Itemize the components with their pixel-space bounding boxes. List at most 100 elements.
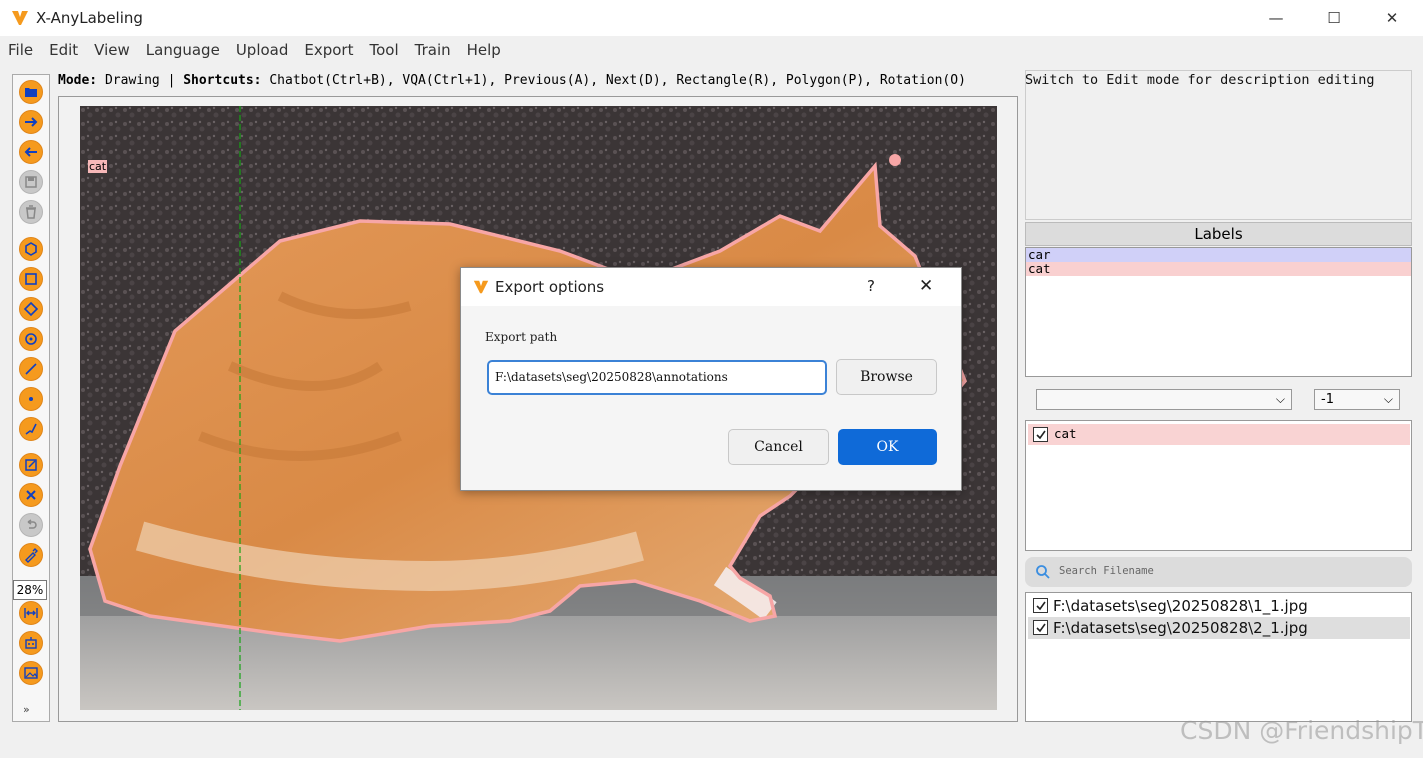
export-path-input[interactable]: F:\datasets\seg\20250828\annotations <box>487 360 827 395</box>
trash-icon <box>26 205 36 219</box>
label-filter-combo[interactable]: ⌵ <box>1036 389 1292 410</box>
menu-help[interactable]: Help <box>467 41 501 59</box>
menu-file[interactable]: File <box>8 41 33 59</box>
app-logo-icon <box>12 11 28 25</box>
dialog-close-button[interactable]: ✕ <box>919 276 933 296</box>
mode-key: Mode: <box>58 73 98 88</box>
maximize-icon: ☐ <box>1327 9 1341 27</box>
create-rotation-button[interactable] <box>19 297 43 321</box>
group-filter-combo[interactable]: -1 ⌵ <box>1314 389 1400 410</box>
chevron-down-icon: ⌵ <box>1383 392 1393 406</box>
mode-status-line: Mode: Drawing | Shortcuts: Chatbot(Ctrl+… <box>58 70 1018 92</box>
menu-edit[interactable]: Edit <box>49 41 78 59</box>
watermark: CSDN @FriendshipT <box>1180 716 1423 745</box>
edit-mode-button[interactable] <box>19 453 43 477</box>
shape-item-cat[interactable]: cat <box>1028 424 1410 445</box>
auto-labeling-button[interactable] <box>19 631 43 655</box>
labels-header: Labels <box>1025 222 1412 246</box>
rotation-icon <box>23 301 39 317</box>
file-path: F:\datasets\seg\20250828\1_1.jpg <box>1053 597 1308 615</box>
menu-tool[interactable]: Tool <box>369 41 398 59</box>
fit-width-icon <box>24 608 38 618</box>
shortcuts-key: Shortcuts: <box>183 73 262 88</box>
window-title: X-AnyLabeling <box>36 9 143 27</box>
create-rectangle-button[interactable] <box>19 267 43 291</box>
arrow-left-icon <box>24 147 37 157</box>
undo-icon <box>27 519 37 529</box>
shape-checkbox[interactable] <box>1033 427 1048 442</box>
label-item-cat[interactable]: cat <box>1026 262 1411 276</box>
shape-label-tag: cat <box>88 160 108 173</box>
file-checkbox[interactable] <box>1033 620 1048 635</box>
image-info-button[interactable] <box>19 661 43 685</box>
checkmark-icon <box>1036 430 1046 440</box>
maximize-button[interactable]: ☐ <box>1305 0 1363 36</box>
dialog-title: Export options <box>495 278 605 296</box>
shortcuts-value: Chatbot(Ctrl+B), VQA(Ctrl+1), Previous(A… <box>261 73 966 88</box>
circle-icon <box>25 333 37 345</box>
chevron-down-icon: ⌵ <box>1275 392 1285 406</box>
label-item-car[interactable]: car <box>1026 248 1411 262</box>
brightness-button[interactable] <box>19 543 43 567</box>
menu-view[interactable]: View <box>94 41 130 59</box>
search-filename-input[interactable]: Search Filename <box>1025 557 1412 587</box>
title-bar: X-AnyLabeling — ☐ ✕ <box>0 0 1423 36</box>
shape-list: cat <box>1025 420 1412 551</box>
folder-icon <box>25 88 37 97</box>
labels-list: car cat <box>1025 247 1412 377</box>
search-placeholder: Search Filename <box>1059 565 1154 577</box>
minimize-icon: — <box>1268 9 1284 27</box>
create-linestrip-button[interactable] <box>19 417 43 441</box>
polygon-icon <box>25 242 37 256</box>
create-circle-button[interactable] <box>19 327 43 351</box>
delete-shape-button[interactable] <box>19 483 43 507</box>
help-button[interactable]: ? <box>867 277 875 295</box>
ok-button[interactable]: OK <box>838 429 937 465</box>
create-line-button[interactable] <box>19 357 43 381</box>
app-logo-icon <box>473 280 489 294</box>
dialog-title-bar: Export options ? ✕ <box>461 268 961 306</box>
line-icon <box>25 363 37 375</box>
menu-language[interactable]: Language <box>146 41 220 59</box>
rectangle-icon <box>25 273 37 285</box>
export-path-label: Export path <box>485 330 558 344</box>
save-button[interactable] <box>19 170 43 194</box>
group-filter-value: -1 <box>1321 392 1334 407</box>
menu-export[interactable]: Export <box>304 41 353 59</box>
menu-bar: File Edit View Language Upload Export To… <box>0 36 1423 64</box>
create-polygon-button[interactable] <box>19 237 43 261</box>
file-item[interactable]: F:\datasets\seg\20250828\1_1.jpg <box>1028 595 1410 617</box>
shape-item-label: cat <box>1054 426 1077 441</box>
menu-upload[interactable]: Upload <box>236 41 289 59</box>
file-checkbox[interactable] <box>1033 598 1048 613</box>
search-icon <box>1036 565 1050 579</box>
next-image-button[interactable] <box>19 110 43 134</box>
x-icon <box>26 490 36 500</box>
description-panel[interactable] <box>1025 70 1412 220</box>
zoom-level[interactable]: 28% <box>13 580 47 600</box>
brush-icon <box>25 548 38 563</box>
cancel-button[interactable]: Cancel <box>728 429 829 465</box>
file-item[interactable]: F:\datasets\seg\20250828\2_1.jpg <box>1028 617 1410 639</box>
close-window-button[interactable]: ✕ <box>1363 0 1421 36</box>
toolbar-more-icon[interactable]: » <box>23 703 30 716</box>
checkmark-icon <box>1036 601 1046 611</box>
left-toolbar: 28% » <box>12 74 50 722</box>
arrow-right-icon <box>25 117 38 127</box>
export-options-dialog: Export options ? ✕ Export path F:\datase… <box>460 267 962 491</box>
save-icon <box>25 176 37 188</box>
minimize-button[interactable]: — <box>1247 0 1305 36</box>
linestrip-icon <box>25 423 37 435</box>
undo-button[interactable] <box>19 513 43 537</box>
robot-icon <box>25 637 37 649</box>
browse-button[interactable]: Browse <box>836 359 937 395</box>
fit-width-button[interactable] <box>19 601 43 625</box>
open-dir-button[interactable] <box>19 80 43 104</box>
menu-train[interactable]: Train <box>415 41 451 59</box>
file-path: F:\datasets\seg\20250828\2_1.jpg <box>1053 619 1308 637</box>
checkmark-icon <box>1036 623 1046 633</box>
point-icon <box>29 397 33 401</box>
delete-file-button[interactable] <box>19 200 43 224</box>
prev-image-button[interactable] <box>19 140 43 164</box>
create-point-button[interactable] <box>19 387 43 411</box>
